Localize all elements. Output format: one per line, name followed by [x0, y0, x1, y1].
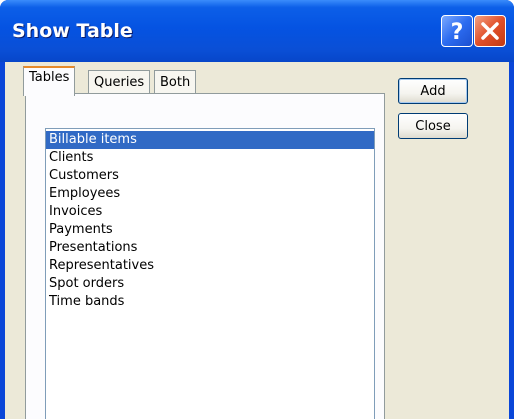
window-title: Show Table	[12, 20, 133, 42]
list-item[interactable]: Clients	[46, 149, 374, 167]
list-item[interactable]: Spot orders	[46, 275, 374, 293]
list-item[interactable]: Billable items	[46, 131, 374, 149]
dialog-body: Tables Queries Both Billable items Client…	[5, 62, 509, 419]
list-item[interactable]: Time bands	[46, 293, 374, 311]
tab-tables[interactable]: Tables	[23, 66, 76, 96]
help-button[interactable]: ?	[441, 15, 473, 47]
add-button[interactable]: Add	[398, 78, 468, 104]
list-item[interactable]: Presentations	[46, 239, 374, 257]
help-glyph: ?	[451, 20, 464, 43]
list-item[interactable]: Customers	[46, 167, 374, 185]
window-close-button[interactable]	[474, 15, 506, 47]
tab-both[interactable]: Both	[154, 70, 197, 94]
tab-panel-tables: Billable items Clients Customers Employees I…	[25, 93, 385, 419]
list-item[interactable]: Employees	[46, 185, 374, 203]
list-item[interactable]: Payments	[46, 221, 374, 239]
list-item[interactable]: Invoices	[46, 203, 374, 221]
close-button[interactable]: Close	[398, 113, 468, 139]
tab-queries[interactable]: Queries	[88, 70, 151, 94]
help-icon: ?	[451, 20, 464, 43]
list-item[interactable]: Representatives	[46, 257, 374, 275]
show-table-dialog: Show Table ? Tables Queries Both Billabl…	[0, 0, 514, 419]
tables-listbox[interactable]: Billable items Clients Customers Employees I…	[45, 128, 375, 419]
title-bar[interactable]: Show Table ?	[0, 0, 514, 62]
close-icon	[481, 22, 499, 40]
